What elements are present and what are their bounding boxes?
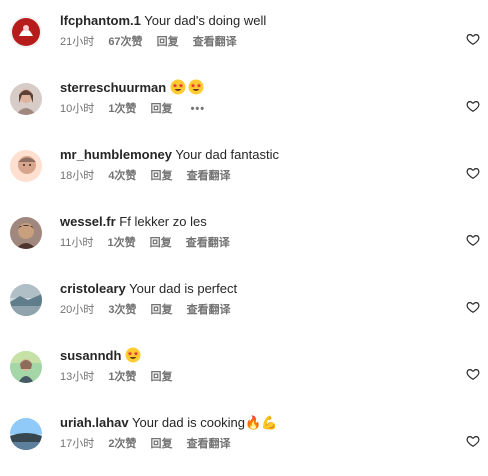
comment-item: susanndh 🤩 13小时 1次赞 回复 xyxy=(0,347,488,403)
heart-outline-icon[interactable] xyxy=(466,434,480,448)
comment-time[interactable]: 18小时 xyxy=(60,169,94,183)
like-count[interactable]: 1次赞 xyxy=(108,370,136,384)
comment-username[interactable]: uriah.lahav xyxy=(60,415,129,430)
avatar[interactable] xyxy=(10,284,42,316)
comment-text: Your dad is cooking🔥💪 xyxy=(132,415,278,430)
reply-button[interactable]: 回复 xyxy=(151,437,173,451)
avatar[interactable] xyxy=(10,351,42,383)
avatar[interactable] xyxy=(10,217,42,249)
like-count[interactable]: 1次赞 xyxy=(108,102,136,116)
like-count[interactable]: 67次赞 xyxy=(108,35,142,49)
comment-item: wessel.fr Ff lekker zo les 11小时 1次赞 回复 查… xyxy=(0,213,488,269)
comment-time[interactable]: 13小时 xyxy=(60,370,94,384)
reply-button[interactable]: 回复 xyxy=(151,303,173,317)
reply-button[interactable]: 回复 xyxy=(150,236,172,250)
heart-outline-icon[interactable] xyxy=(466,32,480,46)
reply-button[interactable]: 回复 xyxy=(151,370,173,384)
comment-username[interactable]: cristoleary xyxy=(60,281,126,296)
comment-text: Your dad is perfect xyxy=(129,281,238,296)
more-options-icon[interactable]: ••• xyxy=(191,102,206,116)
heart-outline-icon[interactable] xyxy=(466,300,480,314)
see-translation-button[interactable]: 查看翻译 xyxy=(187,169,231,183)
heart-outline-icon[interactable] xyxy=(466,233,480,247)
comment-item: cristoleary Your dad is perfect 20小时 3次赞… xyxy=(0,280,488,336)
comment-time[interactable]: 21小时 xyxy=(60,35,94,49)
like-count[interactable]: 4次赞 xyxy=(108,169,136,183)
see-translation-button[interactable]: 查看翻译 xyxy=(186,236,230,250)
star-struck-emoji xyxy=(125,347,141,363)
comment-text: Your dad's doing well xyxy=(144,13,267,28)
comment-text: Ff lekker zo les xyxy=(119,214,207,229)
comment-item: mr_humblemoney Your dad fantastic 18小时 4… xyxy=(0,146,488,202)
see-translation-button[interactable]: 查看翻译 xyxy=(187,303,231,317)
heart-outline-icon[interactable] xyxy=(466,367,480,381)
comment-username[interactable]: lfcphantom.1 xyxy=(60,13,141,28)
comment-item: lfcphantom.1 Your dad's doing well 21小时 … xyxy=(0,12,488,68)
comment-username[interactable]: wessel.fr xyxy=(60,214,116,229)
comment-time[interactable]: 10小时 xyxy=(60,102,94,116)
like-count[interactable]: 3次赞 xyxy=(108,303,136,317)
comment-time[interactable]: 11小时 xyxy=(60,236,93,250)
avatar[interactable] xyxy=(10,83,42,115)
comment-time[interactable]: 20小时 xyxy=(60,303,94,317)
heart-outline-icon[interactable] xyxy=(466,99,480,113)
comment-username[interactable]: susanndh xyxy=(60,348,121,363)
see-translation-button[interactable]: 查看翻译 xyxy=(187,437,231,451)
see-translation-button[interactable]: 查看翻译 xyxy=(193,35,237,49)
avatar[interactable] xyxy=(10,418,42,450)
comment-item: sterreschuurman 🤩🤩 10小时 1次赞 回复 ••• xyxy=(0,79,488,135)
comment-username[interactable]: mr_humblemoney xyxy=(60,147,172,162)
like-count[interactable]: 2次赞 xyxy=(108,437,136,451)
avatar[interactable] xyxy=(10,16,42,48)
comment-list: lfcphantom.1 Your dad's doing well 21小时 … xyxy=(0,0,488,476)
comment-username[interactable]: sterreschuurman xyxy=(60,80,166,95)
reply-button[interactable]: 回复 xyxy=(151,102,173,116)
comment-text: Your dad fantastic xyxy=(175,147,279,162)
reply-button[interactable]: 回复 xyxy=(157,35,179,49)
comment-item: uriah.lahav Your dad is cooking🔥💪 17小时 2… xyxy=(0,414,488,470)
star-struck-emoji xyxy=(188,79,204,95)
heart-outline-icon[interactable] xyxy=(466,166,480,180)
avatar[interactable] xyxy=(10,150,42,182)
reply-button[interactable]: 回复 xyxy=(151,169,173,183)
comment-time[interactable]: 17小时 xyxy=(60,437,94,451)
like-count[interactable]: 1次赞 xyxy=(107,236,135,250)
star-struck-emoji xyxy=(170,79,186,95)
